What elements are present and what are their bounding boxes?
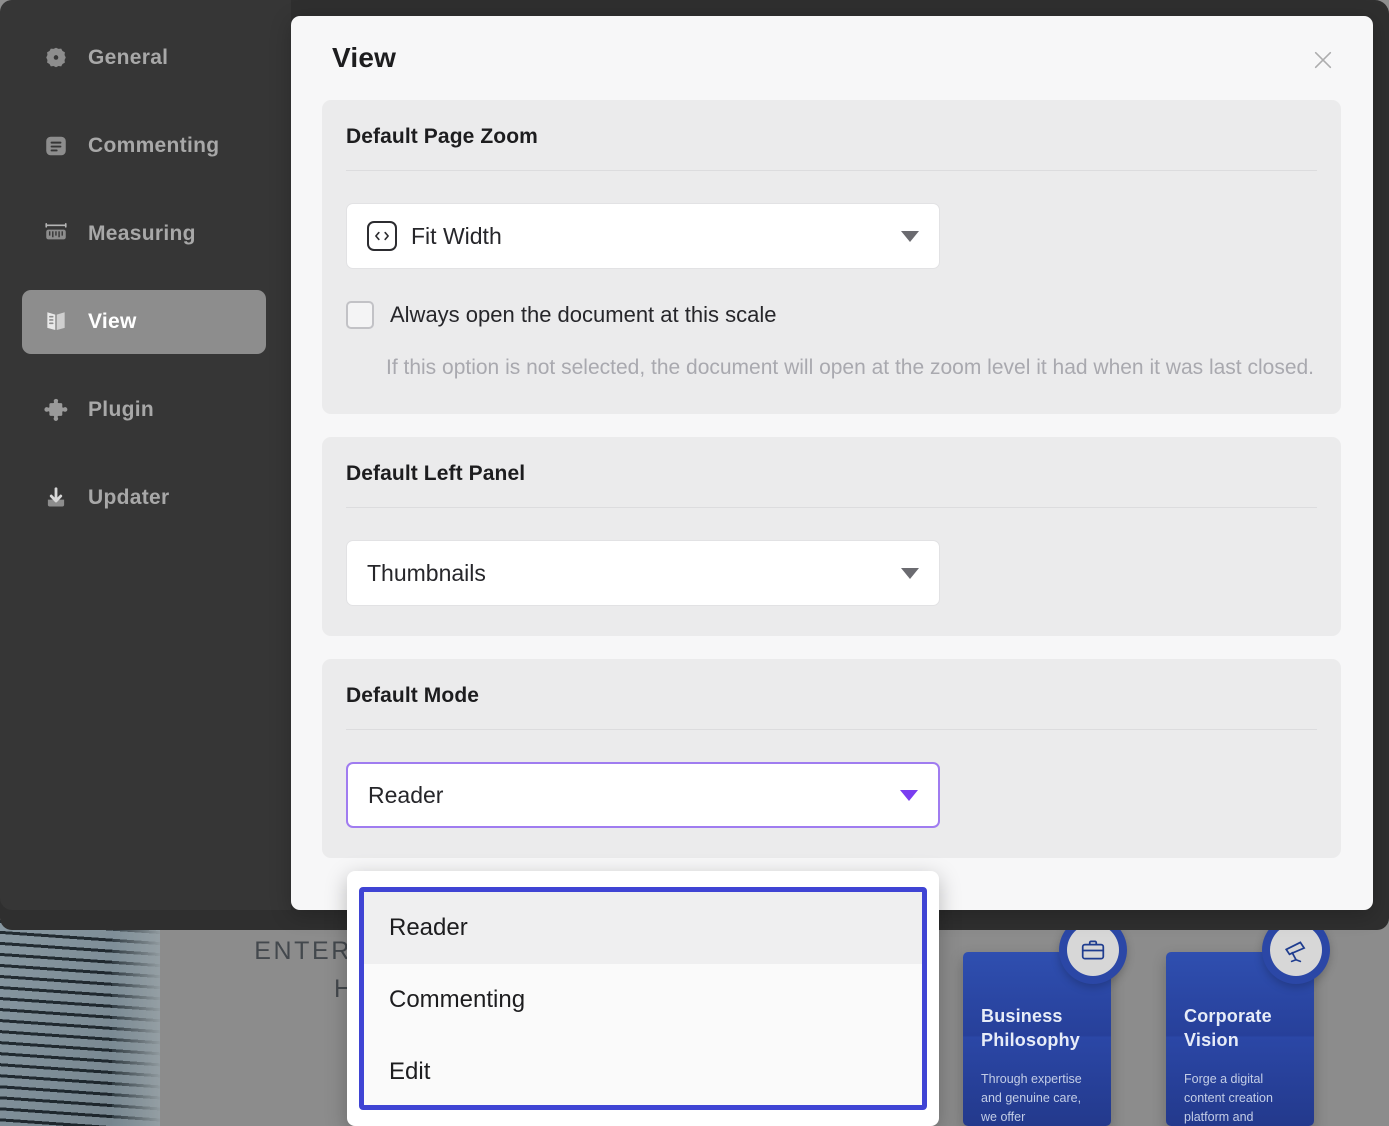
- dialog-header: View: [291, 16, 1373, 100]
- gear-icon: [42, 44, 70, 72]
- default-mode-dropdown: Reader Commenting Edit: [347, 871, 939, 1126]
- dropdown-option-label: Commenting: [389, 986, 526, 1013]
- sidebar-item-updater[interactable]: Updater: [22, 466, 266, 530]
- close-icon[interactable]: [1307, 44, 1339, 76]
- sidebar-item-label: View: [88, 310, 137, 333]
- page-zoom-hint: If this option is not selected, the docu…: [386, 356, 1315, 379]
- section-title: Default Mode: [346, 659, 1317, 730]
- default-mode-dropdown-list: Reader Commenting Edit: [359, 887, 927, 1110]
- dropdown-option-label: Edit: [389, 1058, 431, 1085]
- sidebar-item-label: Plugin: [88, 398, 154, 421]
- dropdown-option-reader[interactable]: Reader: [364, 892, 922, 964]
- default-mode-select[interactable]: Reader: [346, 762, 940, 828]
- puzzle-icon: [42, 396, 70, 424]
- fit-width-icon: [367, 221, 397, 251]
- building-photo: [0, 920, 160, 1126]
- ruler-icon: [42, 220, 70, 248]
- document-card-body: Through expertise and genuine care, we o…: [981, 1072, 1082, 1124]
- document-card-title: Corporate Vision: [1184, 1006, 1272, 1050]
- sidebar-item-label: Updater: [88, 486, 170, 509]
- dialog-body: Default Page Zoom Fit Width Always open …: [291, 100, 1373, 858]
- page-title: View: [332, 42, 397, 73]
- sidebar-item-label: Commenting: [88, 134, 220, 157]
- sidebar-item-plugin[interactable]: Plugin: [22, 378, 266, 442]
- section-title: Default Page Zoom: [346, 100, 1317, 171]
- page-zoom-select-value: Fit Width: [411, 222, 502, 249]
- chevron-down-icon: [901, 567, 919, 579]
- default-mode-select-value: Reader: [368, 781, 444, 808]
- dropdown-option-label: Reader: [389, 914, 468, 941]
- sidebar-item-general[interactable]: General: [22, 26, 266, 90]
- sidebar-item-label: General: [88, 46, 169, 69]
- document-card-title: Business Philosophy: [981, 1006, 1081, 1050]
- always-open-at-scale-label: Always open the document at this scale: [390, 302, 777, 327]
- view-settings-dialog: View Default Page Zoom Fit Width Always …: [291, 16, 1373, 910]
- comment-icon: [42, 132, 70, 160]
- sidebar-item-view[interactable]: View: [22, 290, 266, 354]
- screen: ENTERPRISE HONOR Business Philosophy Thr…: [0, 0, 1389, 1126]
- chevron-down-icon: [901, 230, 919, 242]
- settings-sidebar: General Commenting Measuring View Plugin…: [0, 0, 291, 910]
- section-title: Default Left Panel: [346, 437, 1317, 508]
- always-open-at-scale-checkbox[interactable]: [346, 301, 374, 329]
- document-card-body: Forge a digital content creation platfor…: [1184, 1072, 1273, 1124]
- left-panel-select-value: Thumbnails: [367, 559, 486, 586]
- dropdown-option-commenting[interactable]: Commenting: [364, 964, 922, 1036]
- book-open-icon: [42, 308, 70, 336]
- page-zoom-select[interactable]: Fit Width: [346, 203, 940, 269]
- sidebar-item-label: Measuring: [88, 222, 196, 245]
- sidebar-item-commenting[interactable]: Commenting: [22, 114, 266, 178]
- chevron-down-icon: [900, 789, 918, 801]
- always-open-at-scale-row[interactable]: Always open the document at this scale: [346, 301, 1317, 329]
- dropdown-option-edit[interactable]: Edit: [364, 1036, 922, 1105]
- sidebar-item-measuring[interactable]: Measuring: [22, 202, 266, 266]
- download-icon: [42, 484, 70, 512]
- section-default-page-zoom: Default Page Zoom Fit Width Always open …: [322, 100, 1341, 414]
- section-default-left-panel: Default Left Panel Thumbnails: [322, 437, 1341, 636]
- left-panel-select[interactable]: Thumbnails: [346, 540, 940, 606]
- section-default-mode: Default Mode Reader: [322, 659, 1341, 858]
